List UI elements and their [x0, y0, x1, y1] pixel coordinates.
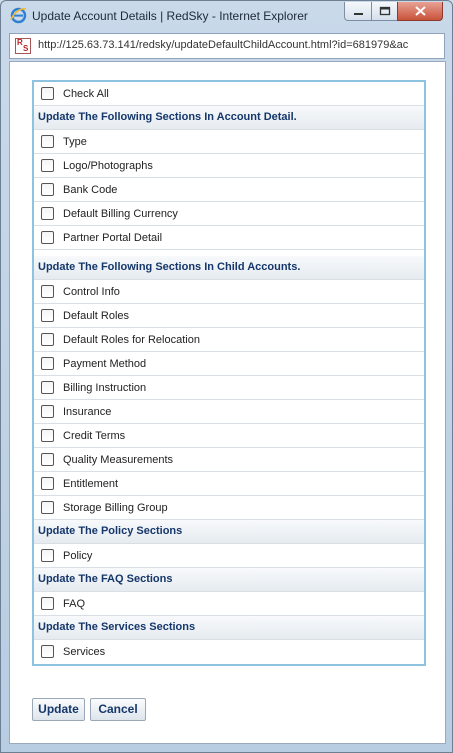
close-button[interactable]: [397, 2, 443, 21]
option-row[interactable]: Insurance: [34, 400, 424, 424]
option-row[interactable]: Policy: [34, 544, 424, 568]
option-label: Credit Terms: [63, 430, 126, 442]
option-label: Storage Billing Group: [63, 502, 168, 514]
minimize-icon: [354, 13, 363, 15]
option-label: Entitlement: [63, 478, 119, 490]
section-header-account-detail: Update The Following Sections In Account…: [34, 106, 424, 130]
option-checkbox[interactable]: [41, 597, 54, 610]
option-label: Bank Code: [63, 184, 118, 196]
section-header-child-accounts: Update The Following Sections In Child A…: [34, 256, 424, 280]
section-heading: Update The Policy Sections: [38, 525, 183, 537]
option-label: Logo/Photographs: [63, 160, 153, 172]
section-header-faq: Update The FAQ Sections: [34, 568, 424, 592]
option-row[interactable]: FAQ: [34, 592, 424, 616]
option-label: Insurance: [63, 406, 112, 418]
option-label: FAQ: [63, 598, 86, 610]
option-label: Services: [63, 646, 106, 658]
option-row[interactable]: Billing Instruction: [34, 376, 424, 400]
option-checkbox[interactable]: [41, 429, 54, 442]
option-row[interactable]: Payment Method: [34, 352, 424, 376]
title-bar[interactable]: Update Account Details | RedSky - Intern…: [1, 1, 452, 31]
option-checkbox[interactable]: [41, 453, 54, 466]
internet-explorer-icon: [10, 7, 27, 24]
option-checkbox[interactable]: [41, 381, 54, 394]
option-row[interactable]: Logo/Photographs: [34, 154, 424, 178]
option-checkbox[interactable]: [41, 159, 54, 172]
url-text[interactable]: http://125.63.73.141/redsky/updateDefaul…: [38, 39, 442, 51]
address-bar[interactable]: RS http://125.63.73.141/redsky/updateDef…: [9, 33, 445, 59]
update-button[interactable]: Update: [32, 698, 85, 721]
option-checkbox[interactable]: [41, 501, 54, 514]
check-all-row[interactable]: Check All: [34, 82, 424, 106]
page-content: Check All Update The Following Sections …: [9, 61, 446, 744]
option-checkbox[interactable]: [41, 549, 54, 562]
section-heading: Update The Services Sections: [38, 621, 196, 633]
option-row[interactable]: Control Info: [34, 280, 424, 304]
section-heading: Update The FAQ Sections: [38, 573, 173, 585]
minimize-button[interactable]: [344, 2, 372, 21]
option-row[interactable]: Default Billing Currency: [34, 202, 424, 226]
option-checkbox[interactable]: [41, 405, 54, 418]
option-checkbox[interactable]: [41, 645, 54, 658]
option-row[interactable]: Partner Portal Detail: [34, 226, 424, 250]
option-row[interactable]: Type: [34, 130, 424, 154]
option-checkbox[interactable]: [41, 231, 54, 244]
option-label: Policy: [63, 550, 93, 562]
check-all-checkbox[interactable]: [41, 87, 54, 100]
section-header-services: Update The Services Sections: [34, 616, 424, 640]
section-heading: Update The Following Sections In Child A…: [38, 261, 301, 273]
browser-window: Update Account Details | RedSky - Intern…: [0, 0, 453, 753]
option-checkbox[interactable]: [41, 183, 54, 196]
option-checkbox[interactable]: [41, 357, 54, 370]
option-checkbox[interactable]: [41, 477, 54, 490]
option-checkbox[interactable]: [41, 333, 54, 346]
option-label: Payment Method: [63, 358, 147, 370]
close-icon: [415, 6, 426, 16]
option-checkbox[interactable]: [41, 309, 54, 322]
cancel-button[interactable]: Cancel: [90, 698, 146, 721]
option-row[interactable]: Storage Billing Group: [34, 496, 424, 520]
maximize-icon: [379, 6, 391, 16]
option-checkbox[interactable]: [41, 207, 54, 220]
section-header-policy: Update The Policy Sections: [34, 520, 424, 544]
option-checkbox[interactable]: [41, 135, 54, 148]
option-label: Control Info: [63, 286, 120, 298]
option-row[interactable]: Entitlement: [34, 472, 424, 496]
option-row[interactable]: Default Roles: [34, 304, 424, 328]
option-row[interactable]: Bank Code: [34, 178, 424, 202]
option-label: Quality Measurements: [63, 454, 174, 466]
option-row[interactable]: Quality Measurements: [34, 448, 424, 472]
option-label: Partner Portal Detail: [63, 232, 163, 244]
check-all-label: Check All: [63, 88, 109, 100]
option-label: Default Billing Currency: [63, 208, 178, 220]
option-label: Default Roles for Relocation: [63, 334, 200, 346]
option-label: Default Roles: [63, 310, 130, 322]
window-title: Update Account Details | RedSky - Intern…: [32, 9, 308, 23]
option-checkbox[interactable]: [41, 285, 54, 298]
option-row[interactable]: Services: [34, 640, 424, 664]
sections-panel: Check All Update The Following Sections …: [32, 80, 426, 666]
option-label: Type: [63, 136, 87, 148]
option-row[interactable]: Default Roles for Relocation: [34, 328, 424, 352]
option-row[interactable]: Credit Terms: [34, 424, 424, 448]
maximize-button[interactable]: [371, 2, 398, 21]
option-label: Billing Instruction: [63, 382, 147, 394]
section-heading: Update The Following Sections In Account…: [38, 111, 297, 123]
redsky-favicon: RS: [15, 38, 31, 54]
